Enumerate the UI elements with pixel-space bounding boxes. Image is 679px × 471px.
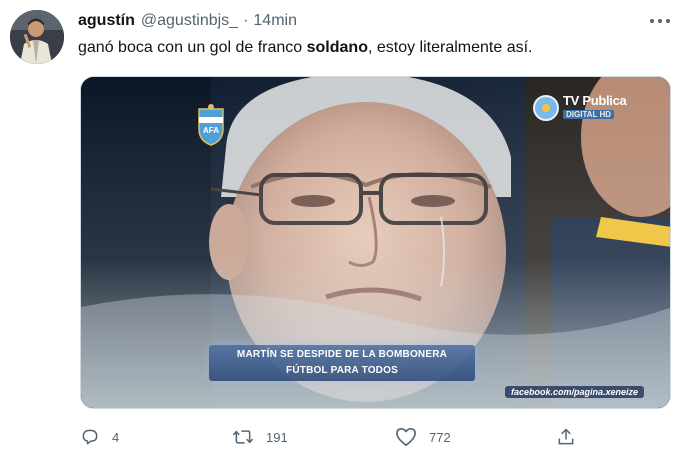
reply-button[interactable]: 4	[80, 423, 119, 451]
afa-badge-text: AFA	[203, 126, 219, 135]
display-name[interactable]: agustín	[78, 12, 135, 30]
caption-line-1: MARTÍN SE DESPIDE DE LA BOMBONERA	[236, 349, 448, 360]
like-button[interactable]: 772	[395, 423, 451, 451]
tv-channel-name: TV Publica	[563, 93, 627, 108]
caption-line-2: FÚTBOL PARA TODOS	[286, 365, 398, 376]
more-options-icon[interactable]	[650, 15, 670, 27]
source-watermark: facebook.com/pagina.xeneize	[505, 386, 645, 398]
reply-icon	[82, 429, 98, 445]
tweet-text-bold: soldano	[306, 39, 368, 56]
tweet-card[interactable]: agustín @agustinbjs_ · 14min ganó boca c…	[0, 0, 679, 471]
tweet-text-part: , estoy literalmente así.	[367, 39, 533, 56]
more-dot	[658, 19, 662, 23]
more-dot	[650, 19, 654, 23]
share-button[interactable]	[556, 423, 576, 451]
heart-icon	[396, 428, 416, 446]
tweet-text-part: ganó boca con un gol de franco	[78, 39, 307, 56]
caption-banner: MARTÍN SE DESPIDE DE LA BOMBONERA FÚTBOL…	[209, 345, 475, 381]
tweet-text: ganó boca con un gol de franco soldano, …	[78, 39, 532, 57]
share-icon	[558, 428, 574, 445]
tweet-media-image[interactable]: AFA TV Publica DIGITAL HD MARTÍN SE DESP…	[80, 76, 671, 409]
avatar[interactable]	[10, 10, 64, 64]
like-count: 772	[429, 429, 451, 445]
retweet-button[interactable]: 191	[232, 423, 288, 451]
retweet-count: 191	[266, 429, 288, 445]
tweet-actions: 4 191 772	[80, 423, 679, 451]
tv-channel-subtitle: DIGITAL HD	[563, 110, 615, 119]
tv-channel-logo: TV Publica DIGITAL HD	[533, 93, 629, 127]
separator-dot: ·	[243, 12, 249, 29]
reply-count: 4	[112, 429, 120, 445]
more-dot	[666, 19, 670, 23]
tv-channel-emblem	[533, 95, 559, 121]
afa-badge-icon: AFA	[198, 104, 224, 146]
retweet-icon	[232, 430, 254, 444]
timestamp[interactable]: 14min	[253, 12, 297, 30]
tweet-header: agustín @agustinbjs_ · 14min	[78, 10, 297, 32]
user-handle[interactable]: @agustinbjs_	[141, 12, 238, 30]
